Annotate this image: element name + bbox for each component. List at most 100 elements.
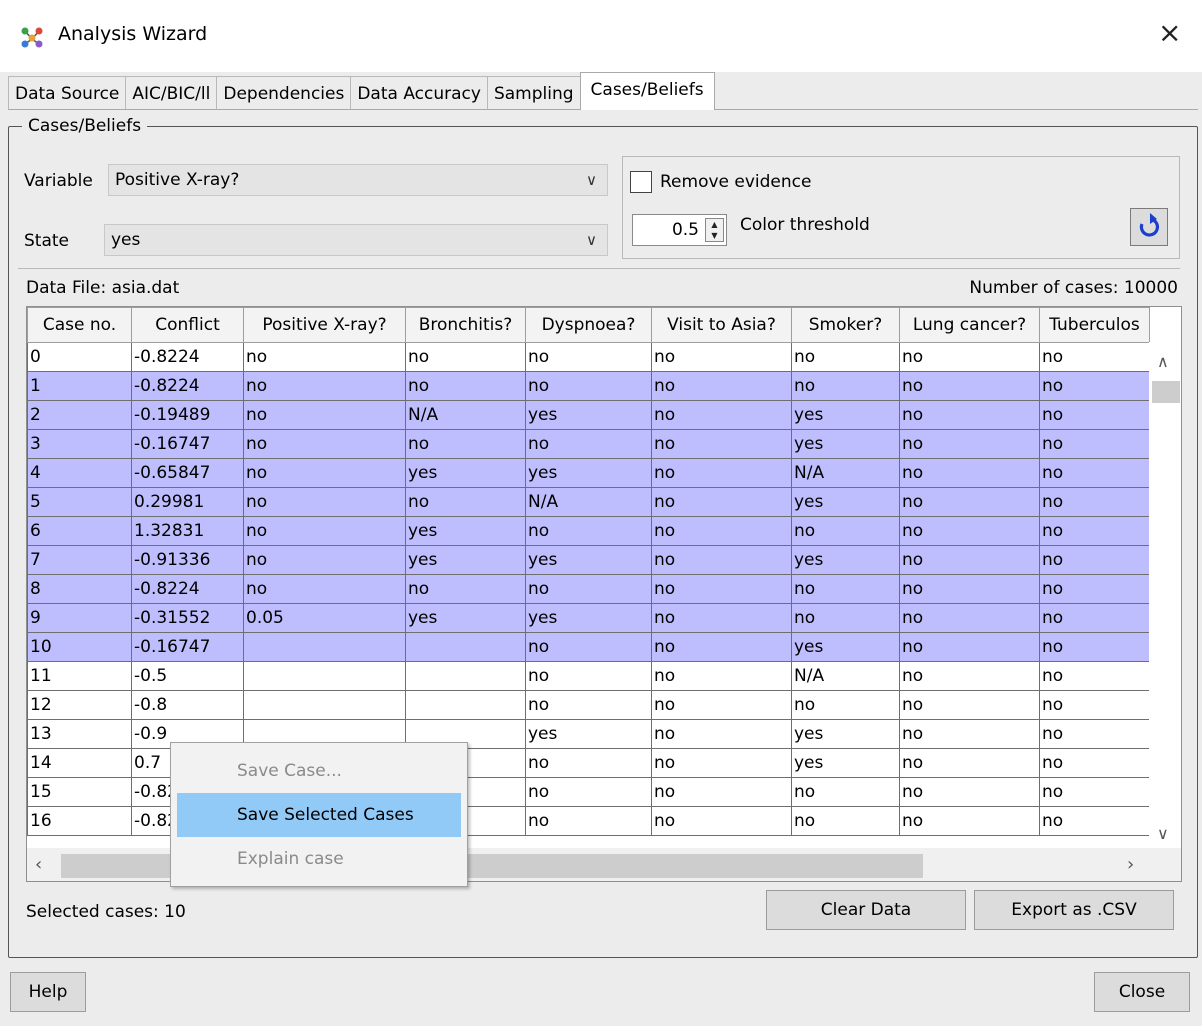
table-cell: no	[791, 806, 900, 836]
scroll-right-icon[interactable]: ›	[1127, 854, 1134, 875]
table-cell: no	[651, 777, 792, 807]
scroll-up-icon[interactable]: ∧	[1157, 352, 1169, 371]
scroll-down-icon[interactable]: ∨	[1157, 824, 1169, 843]
table-cell: 7	[27, 545, 132, 575]
close-button[interactable]: Close	[1094, 972, 1190, 1012]
state-select[interactable]: yes ∨	[104, 224, 608, 256]
tab-sampling[interactable]: Sampling	[486, 76, 581, 110]
table-cell: no	[525, 661, 652, 691]
column-header-positive-xray[interactable]: Positive X-ray?	[243, 307, 406, 343]
table-cell: no	[243, 458, 406, 488]
column-header-smoker[interactable]: Smoker?	[791, 307, 900, 343]
table-row[interactable]: 7 -0.91336 no yes yes no yes no no	[27, 545, 1150, 575]
variable-value: Positive X-ray?	[115, 170, 240, 190]
table-cell: no	[525, 574, 652, 604]
group-title: Cases/Beliefs	[22, 116, 148, 136]
table-header-row: Case no. Conflict Positive X-ray? Bronch…	[27, 307, 1150, 343]
table-row[interactable]: 3 -0.16747 no no no no yes no no	[27, 429, 1150, 459]
table-cell: no	[1039, 458, 1150, 488]
spinner-arrows-icon[interactable]: ▲ ▼	[705, 218, 724, 242]
export-csv-button[interactable]: Export as .CSV	[974, 890, 1174, 930]
table-cell: 16	[27, 806, 132, 836]
table-cell: no	[899, 603, 1040, 633]
scroll-thumb[interactable]	[1152, 381, 1180, 403]
variable-select[interactable]: Positive X-ray? ∨	[108, 164, 608, 196]
table-cell: no	[899, 632, 1040, 662]
table-cell: no	[651, 603, 792, 633]
tab-strip: Data Source AIC/BIC/ll Dependencies Data…	[8, 72, 715, 110]
table-cell: no	[651, 806, 792, 836]
column-header-dyspnoea[interactable]: Dyspnoea?	[525, 307, 652, 343]
table-row[interactable]: 10 -0.16747 no no yes no no	[27, 632, 1150, 662]
scroll-left-icon[interactable]: ‹	[35, 854, 42, 875]
table-cell: 14	[27, 748, 132, 778]
table-cell: -0.19489	[131, 400, 244, 430]
table-cell: no	[791, 574, 900, 604]
table-cell: no	[1039, 574, 1150, 604]
selected-cases-label: Selected cases: 10	[26, 902, 186, 922]
table-cell: no	[1039, 806, 1150, 836]
column-header-visit-to-asia[interactable]: Visit to Asia?	[651, 307, 792, 343]
table-cell: no	[651, 719, 792, 749]
table-cell: 2	[27, 400, 132, 430]
column-header-bronchitis[interactable]: Bronchitis?	[405, 307, 526, 343]
table-row[interactable]: 8 -0.8224 no no no no no no no	[27, 574, 1150, 604]
column-header-tuberculosis[interactable]: Tuberculos	[1039, 307, 1150, 343]
table-cell: no	[899, 545, 1040, 575]
table-cell: no	[651, 429, 792, 459]
table-cell: no	[1039, 516, 1150, 546]
table-cell: 0	[27, 342, 132, 372]
table-row[interactable]: 1 -0.8224 no no no no no no no	[27, 371, 1150, 401]
column-header-conflict[interactable]: Conflict	[131, 307, 244, 343]
table-row[interactable]: 11 -0.5 no no N/A no no	[27, 661, 1150, 691]
help-button[interactable]: Help	[10, 972, 86, 1012]
color-threshold-spinner[interactable]: 0.5 ▲ ▼	[632, 214, 727, 246]
table-row[interactable]: 2 -0.19489 no N/A yes no yes no no	[27, 400, 1150, 430]
table-cell: no	[899, 748, 1040, 778]
clear-data-button[interactable]: Clear Data	[766, 890, 966, 930]
table-row[interactable]: 6 1.32831 no yes no no no no no	[27, 516, 1150, 546]
table-row[interactable]: 5 0.29981 no no N/A no yes no no	[27, 487, 1150, 517]
column-header-lung-cancer[interactable]: Lung cancer?	[899, 307, 1040, 343]
table-cell: no	[525, 632, 652, 662]
table-cell: 8	[27, 574, 132, 604]
table-cell: 13	[27, 719, 132, 749]
table-cell: -0.5	[131, 661, 244, 691]
table-cell: no	[1039, 690, 1150, 720]
table-cell: no	[1039, 429, 1150, 459]
table-cell: 9	[27, 603, 132, 633]
table-cell: N/A	[791, 458, 900, 488]
tab-cases-beliefs[interactable]: Cases/Beliefs	[579, 72, 715, 110]
menu-item-save-case[interactable]: Save Case...	[177, 749, 461, 793]
table-cell: 4	[27, 458, 132, 488]
table-cell: no	[405, 371, 526, 401]
table-cell: no	[525, 748, 652, 778]
table-cell: no	[1039, 748, 1150, 778]
table-row[interactable]: 9 -0.31552 0.05 yes yes no no no no	[27, 603, 1150, 633]
close-window-button[interactable]: ×	[1158, 18, 1181, 48]
table-cell: -0.16747	[131, 632, 244, 662]
tab-data-source[interactable]: Data Source	[8, 76, 127, 110]
menu-item-explain-case[interactable]: Explain case	[177, 837, 461, 881]
dialog-body: Data Source AIC/BIC/ll Dependencies Data…	[0, 72, 1202, 1026]
table-cell: no	[899, 342, 1040, 372]
tab-dependencies[interactable]: Dependencies	[216, 76, 352, 110]
table-cell: yes	[791, 748, 900, 778]
remove-evidence-checkbox[interactable]	[630, 171, 652, 193]
table-cell: N/A	[405, 400, 526, 430]
title-bar: Analysis Wizard ×	[0, 0, 1202, 72]
network-icon	[21, 27, 43, 48]
tab-data-accuracy[interactable]: Data Accuracy	[350, 76, 488, 110]
table-cell: no	[651, 661, 792, 691]
table-cell: no	[243, 487, 406, 517]
column-header-case-no[interactable]: Case no.	[27, 307, 132, 343]
tab-aic-bic-ll[interactable]: AIC/BIC/ll	[125, 76, 218, 110]
table-row[interactable]: 4 -0.65847 no yes yes no N/A no no	[27, 458, 1150, 488]
table-cell: -0.8224	[131, 371, 244, 401]
table-row[interactable]: 0 -0.8224 no no no no no no no	[27, 342, 1150, 372]
menu-item-save-selected-cases[interactable]: Save Selected Cases	[177, 793, 461, 837]
vertical-scrollbar[interactable]: ∧ ∨	[1149, 342, 1181, 848]
table-cell: yes	[405, 545, 526, 575]
refresh-button[interactable]	[1130, 208, 1168, 246]
table-row[interactable]: 12 -0.8 no no no no no	[27, 690, 1150, 720]
